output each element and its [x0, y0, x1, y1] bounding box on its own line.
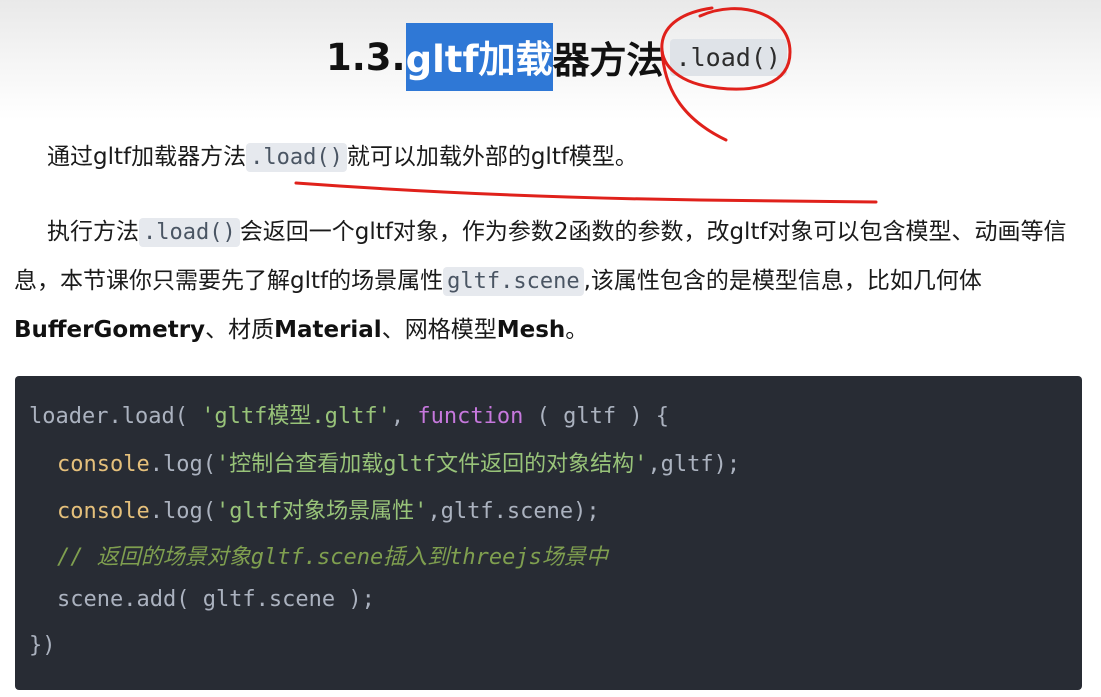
- code-string: 'gltf对象场景属性': [215, 499, 428, 524]
- paragraph-1: 通过gltf加载器方法 .load() 就可以加载外部的gltf模型。: [14, 133, 1084, 182]
- code-block[interactable]: loader.load( 'gltf模型.gltf', function ( g…: [15, 376, 1082, 690]
- p2-text-1: 执行方法: [47, 219, 139, 245]
- paragraph-2: 执行方法 .load() 会返回一个gltf对象，作为参数2函数的参数，改gltf对…: [14, 208, 1084, 355]
- code-line-1: loader.load( 'gltf模型.gltf', function ( g…: [29, 398, 669, 430]
- code-line-4: // 返回的场景对象gltf.scene插入到threejs场景中: [57, 539, 608, 571]
- p1-text-after: 就可以加载外部的gltf模型。: [346, 144, 638, 170]
- code-text: .log(: [149, 452, 216, 477]
- p2-text-3: ,该属性包含的是模型信息，比如几何体: [583, 268, 982, 294]
- code-text: ( gltf ) {: [523, 404, 670, 429]
- p2-inline-code-scene: gltf.scene: [443, 267, 584, 296]
- heading-rest-text: 器方法: [552, 39, 664, 82]
- heading-selected-text[interactable]: gltf加载: [405, 23, 553, 91]
- p1-inline-code: .load(): [246, 143, 347, 172]
- code-text: ,gltf);: [647, 452, 741, 477]
- p1-text-before: 通过gltf加载器方法: [47, 144, 247, 170]
- code-text: scene.add( gltf.scene );: [57, 587, 375, 612]
- p2-bold-material: Material: [274, 317, 382, 343]
- heading-inline-code: .load(): [669, 38, 787, 76]
- red-underline-annotation: [294, 181, 878, 204]
- code-keyword: function: [417, 404, 524, 429]
- code-text: .log(: [149, 499, 216, 524]
- p2-bold-mesh: Mesh: [496, 317, 566, 343]
- code-text: ,gltf.scene);: [427, 499, 600, 524]
- code-string: '控制台查看加载gltf文件返回的对象结构': [215, 452, 648, 477]
- code-comment: // 返回的场景对象gltf.scene插入到threejs场景中: [57, 545, 608, 570]
- p2-text-4: 、材质: [205, 317, 275, 343]
- code-object: console: [57, 452, 150, 477]
- heading-number: 1.3.: [326, 35, 406, 79]
- code-text: loader.load(: [29, 404, 202, 429]
- p2-text-6: 。: [565, 317, 589, 343]
- code-text: }): [29, 633, 56, 658]
- code-text: ,: [390, 404, 418, 429]
- code-string: 'gltf模型.gltf': [201, 404, 391, 429]
- p2-text-5: 、网格模型: [381, 317, 497, 343]
- section-heading: 1.3. gltf加载 器方法 .load(): [326, 22, 787, 92]
- code-line-5: scene.add( gltf.scene );: [57, 587, 375, 612]
- code-line-6: }): [29, 633, 56, 658]
- p2-inline-code-load: .load(): [139, 218, 240, 247]
- code-object: console: [57, 499, 150, 524]
- code-line-2: console.log('控制台查看加载gltf文件返回的对象结构',gltf)…: [57, 446, 740, 478]
- p2-bold-buffergeometry: BufferGometry: [14, 317, 206, 343]
- code-line-3: console.log('gltf对象场景属性',gltf.scene);: [57, 493, 600, 525]
